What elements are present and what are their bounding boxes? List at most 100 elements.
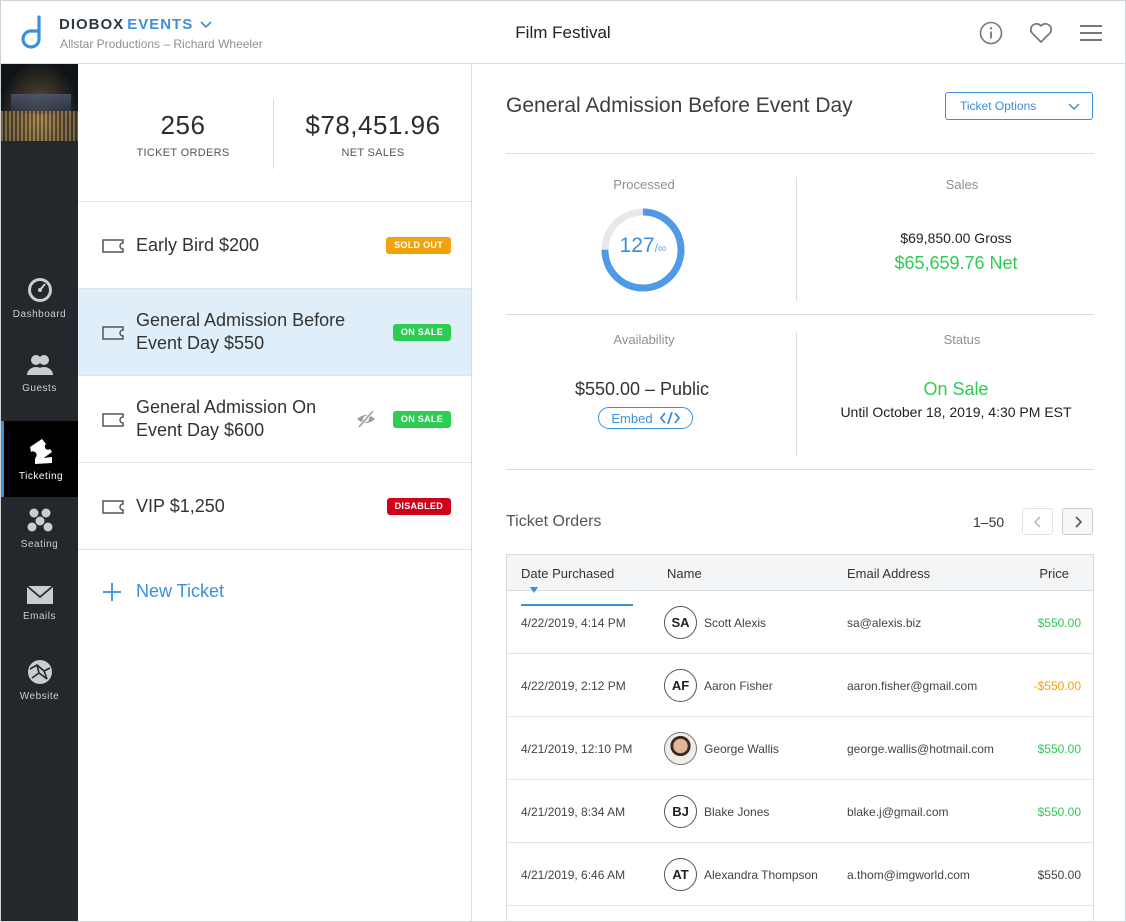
date-cell: 4/21/2019, 12:10 PM [521, 742, 633, 756]
price-cell: -$550.00 [1033, 679, 1081, 693]
date-cell: 4/21/2019, 8:34 AM [521, 805, 626, 819]
status-badge: DISABLED [386, 498, 451, 515]
organization-name: Allstar Productions – Richard Wheeler [60, 37, 263, 51]
nav-label: Website [19, 690, 60, 702]
chevron-left-icon [1033, 515, 1041, 528]
ticket-name: General Admission On Event Day $600 [136, 396, 316, 442]
divider [506, 469, 1094, 470]
embed-label: Embed [611, 410, 653, 426]
left-nav: Dashboard Guests Ticketing Seating Email… [1, 64, 78, 921]
ticket-item-general-before[interactable]: General Admission Before Event Day $550 O… [78, 289, 471, 376]
nav-ticketing[interactable]: Ticketing [1, 421, 78, 497]
info-icon[interactable] [979, 21, 1003, 45]
column-email[interactable]: Email Address [847, 566, 930, 581]
ticket-options-dropdown[interactable]: Ticket Options [945, 92, 1093, 120]
ticket-detail-panel: General Admission Before Event Day Ticke… [473, 64, 1125, 921]
nav-dashboard[interactable]: Dashboard [1, 260, 78, 336]
divider [506, 314, 1094, 315]
ticketing-icon [30, 438, 52, 464]
diobox-logo-icon[interactable] [21, 15, 45, 49]
divider [796, 177, 797, 301]
ticket-name-line2: Event Day $550 [136, 333, 265, 353]
divider [506, 153, 1094, 154]
nav-emails[interactable]: Emails [1, 565, 78, 641]
ticket-item-vip[interactable]: VIP $1,250 DISABLED [78, 463, 471, 550]
table-row[interactable]: 4/22/2019, 4:14 PM SA Scott Alexis sa@al… [507, 591, 1093, 654]
ticket-name: VIP $1,250 [136, 496, 225, 516]
prev-page-button[interactable] [1022, 508, 1053, 535]
name-cell: George Wallis [704, 742, 779, 756]
ticket-name: General Admission Before Event Day $550 [136, 309, 345, 355]
nav-label: Dashboard [12, 308, 67, 320]
table-header: Date Purchased Name Email Address Price [507, 555, 1093, 606]
gross-sales: $69,850.00 Gross [900, 230, 1012, 246]
ticket-orders-value: 256 [160, 110, 206, 140]
status-badge: ON SALE [392, 324, 451, 341]
ticket-icon [102, 413, 124, 427]
table-row[interactable]: 4/21/2019, 8:34 AM BJ Blake Jones blake.… [507, 780, 1093, 843]
avatar: SA [664, 606, 697, 639]
avatar: AF [664, 669, 697, 702]
guests-icon [26, 354, 53, 375]
net-sales-label: NET SALES [341, 147, 405, 159]
email-cell: george.wallis@hotmail.com [847, 742, 994, 756]
date-cell: 4/22/2019, 2:12 PM [521, 679, 626, 693]
name-cell: Aaron Fisher [704, 679, 773, 693]
divider [796, 332, 797, 456]
heart-icon[interactable] [1029, 21, 1053, 45]
date-cell: 4/22/2019, 4:14 PM [521, 616, 626, 630]
code-icon [659, 412, 680, 424]
nav-label: Seating [20, 538, 59, 550]
brand-name: DIOBOX [59, 16, 125, 33]
ticket-orders-table: Date Purchased Name Email Address Price … [506, 554, 1094, 921]
table-row[interactable]: 4/21/2019, 12:10 PM George Wallis george… [507, 717, 1093, 780]
column-name[interactable]: Name [667, 566, 702, 581]
price-cell: $550.00 [1037, 868, 1081, 882]
availability-label: Availability [613, 332, 675, 347]
ticket-item-general-on[interactable]: General Admission On Event Day $600 ON SA… [78, 376, 471, 463]
table-row[interactable]: 4/21/2019, 6:46 AM AT Alexandra Thompson… [507, 843, 1093, 906]
name-cell: Alexandra Thompson [704, 868, 818, 882]
email-cell: blake.j@gmail.com [847, 805, 949, 819]
new-ticket-label: New Ticket [136, 581, 225, 601]
date-cell: 4/21/2019, 6:46 AM [521, 868, 626, 882]
status-badge: ON SALE [392, 411, 451, 428]
status-until: Until October 18, 2019, 4:30 PM EST [840, 404, 1072, 420]
table-row[interactable]: 4/22/2019, 2:12 PM AF Aaron Fisher aaron… [507, 654, 1093, 717]
next-page-button[interactable] [1062, 508, 1093, 535]
ticket-options-label: Ticket Options [960, 99, 1037, 113]
ticket-orders-title: Ticket Orders [506, 513, 602, 530]
ticket-orders-stat: 256 TICKET ORDERS [118, 110, 248, 159]
ticket-name-line2: Event Day $600 [136, 420, 265, 440]
nav-guests[interactable]: Guests [1, 335, 78, 411]
price-cell: $550.00 [1037, 616, 1081, 630]
chevron-right-icon [1074, 515, 1082, 528]
ticket-icon [102, 500, 124, 514]
embed-button[interactable]: Embed [598, 407, 693, 429]
divider [273, 99, 274, 169]
ticket-name-line1: General Admission Before [136, 310, 346, 330]
nav-website[interactable]: Website [1, 642, 78, 718]
ticket-item-early-bird[interactable]: Early Bird $200 SOLD OUT [78, 202, 471, 289]
column-price[interactable]: Price [1039, 566, 1069, 581]
ticket-icon [102, 239, 124, 253]
ticket-title: General Admission Before Event Day [506, 94, 853, 117]
net-sales: $65,659.76 Net [894, 253, 1018, 273]
brand-switcher[interactable]: DIOBOX EVENTS [59, 16, 212, 33]
processed-count: 127/∞ [600, 234, 686, 258]
new-ticket-button[interactable]: New Ticket [102, 581, 224, 602]
plus-icon [103, 582, 121, 601]
chevron-down-icon [1068, 103, 1080, 111]
status-value: On Sale [923, 379, 989, 399]
sales-summary: 256 TICKET ORDERS $78,451.96 NET SALES [78, 64, 471, 202]
nav-seating[interactable]: Seating [1, 490, 78, 566]
ticket-name: Early Bird $200 [136, 235, 260, 255]
event-title: Film Festival [515, 23, 611, 42]
status-badge: SOLD OUT [386, 237, 451, 254]
processed-total: /∞ [654, 241, 667, 255]
event-photo[interactable] [1, 64, 78, 141]
eye-off-icon [357, 410, 375, 428]
menu-icon[interactable] [1079, 21, 1103, 45]
column-label: Date Purchased [521, 566, 615, 581]
name-cell: Scott Alexis [704, 616, 767, 630]
